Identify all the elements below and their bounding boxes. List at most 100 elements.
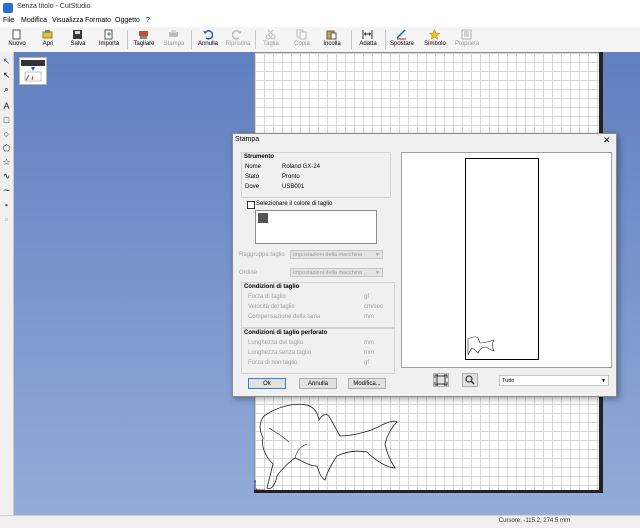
apri-button[interactable]: Apri [36,27,60,52]
toolbar: Nuovo Apri Salva Importa Tagliare Stampa… [0,27,640,53]
cancel-button[interactable]: Annulla [299,378,337,389]
annulla-button[interactable]: Annulla [195,27,221,52]
shark-shape[interactable] [255,398,405,493]
menu-formato[interactable]: Formato [85,17,111,24]
freehand-tool-icon[interactable]: ∼ [1,185,12,196]
tool-palette: ↖ ↖ ⌕ A □ ○ ⬠ ☆ ∿ ∼ ▪ ▫ [0,52,14,515]
redo-icon [232,30,242,40]
perforated-conditions-group: Condizioni di taglio perforato Lunghezza… [241,328,395,374]
cutter-thumbnail[interactable] [19,57,47,85]
select-colors-checkbox[interactable] [247,201,255,209]
color-list[interactable] [255,210,377,244]
ordine-value: Impostazioni della macchina [293,270,363,276]
incolla-button[interactable]: Incolla [319,27,345,52]
fit-view-icon [434,374,448,386]
copia-button[interactable]: Copia [290,27,314,52]
nuovo-button[interactable]: Nuovo [4,27,30,52]
zoom-tool-icon[interactable]: ⌕ [1,84,12,95]
menu-file[interactable]: File [3,17,14,24]
gruppo-value: Impostazioni della macchina [293,252,363,258]
device-name-value: Roland GX-24 [282,164,321,170]
print-dialog: Stampa ✕ Strumento Nome Roland GX-24 Sta… [232,133,617,397]
toolbar-separator [351,30,352,49]
device-group-title: Strumento [244,154,274,160]
spostare-label: Spostare [389,41,414,47]
cut-conditions-group: Condizioni di taglio Forza di taglio gf … [241,282,395,328]
modify-button[interactable]: Modifica... [348,378,386,389]
device-name-key: Nome [245,164,262,170]
apri-label: Apri [42,41,54,47]
title-bar: Senza titolo - CutStudio [0,0,640,16]
device-state-key: Stato [245,174,260,180]
ordine-select[interactable]: Impostazioni della macchina ▼ [290,268,383,277]
text-tool-icon[interactable]: A [1,101,12,112]
cut-speed-key: Velocità del taglio [248,304,295,310]
polygon-tool-icon[interactable]: ⬠ [1,143,12,154]
ripristina-label: Ripristina [225,41,251,47]
new-file-icon [12,29,21,40]
outline-tool-icon[interactable]: ▫ [1,214,12,225]
zoom-button[interactable] [462,373,478,387]
device-port-value: USB001 [282,184,305,190]
status-bar: Cursore: -115.2, 274.5 mm [0,515,640,528]
print-preview [401,152,612,368]
copy-icon [296,29,307,40]
tagliare-button[interactable]: Tagliare [131,27,157,52]
zoom-value: Tutto [502,378,515,384]
perf-force-key: Forza di non taglio [248,360,298,366]
proprieta-button[interactable]: Proprietà [452,27,482,52]
perforated-conditions-title: Condizioni di taglio perforato [244,330,328,336]
simbolo-label: Simbolo [424,41,446,47]
stampa-label: Stampa [163,41,185,47]
toolbar-separator [385,30,386,49]
fill-tool-icon[interactable]: ▪ [1,200,12,211]
spostare-button[interactable]: Spostare [388,27,416,52]
rectangle-tool-icon[interactable]: □ [1,115,12,126]
menu-modifica[interactable]: Modifica [21,17,47,24]
perf-force-unit: gf [364,360,370,366]
curve-tool-icon[interactable]: ∿ [1,171,12,182]
gruppo-select[interactable]: Impostazioni della macchina ▼ [290,250,383,259]
star-tool-icon[interactable]: ☆ [1,157,12,168]
window-title: Senza titolo - CutStudio [17,3,91,10]
menu-oggetto[interactable]: Oggetto [115,17,140,24]
cutter-preview-icon [21,60,45,82]
preview-shape [467,336,495,356]
cut-conditions-title: Condizioni di taglio [244,284,300,290]
blade-offset-key: Compensazione della lama [248,314,321,320]
ordine-label: Ordine [239,270,258,276]
taglia-button[interactable]: Taglia [259,27,283,52]
magnifier-icon [465,375,475,385]
stampa-button[interactable]: Stampa [161,27,187,52]
star-icon [429,29,440,40]
adatta-button[interactable]: Adatta [355,27,381,52]
move-icon [396,29,406,40]
fit-view-button[interactable] [433,373,449,387]
node-edit-tool-icon[interactable]: ↖ [1,70,12,81]
annulla-label: Annulla [197,41,218,47]
save-icon [73,30,82,39]
cut-force-key: Forza di taglio [248,294,286,300]
ellipse-tool-icon[interactable]: ○ [1,129,12,140]
nuovo-label: Nuovo [8,41,26,47]
importa-button[interactable]: Importa [95,27,123,52]
salva-button[interactable]: Salva [66,27,90,52]
color-swatch[interactable] [258,213,268,223]
ok-button[interactable]: Ok [248,378,286,389]
paste-icon [326,30,337,40]
chevron-down-icon: ▼ [375,270,380,276]
cut-speed-unit: cm/sec [364,304,384,310]
toolbar-separator [255,30,256,49]
select-tool-icon[interactable]: ↖ [1,56,12,67]
app-icon [3,3,13,13]
device-port-key: Dove [245,184,260,190]
simbolo-button[interactable]: Simbolo [421,27,449,52]
media-outline [465,158,539,360]
menu-visualizza[interactable]: Visualizza [52,17,83,24]
zoom-select[interactable]: Tutto ▼ [499,375,609,386]
scissors-icon [265,29,276,40]
menu-help[interactable]: ? [146,17,150,24]
ripristina-button[interactable]: Ripristina [224,27,252,52]
cut-force-unit: gf [364,294,370,300]
close-icon[interactable]: ✕ [603,135,611,146]
